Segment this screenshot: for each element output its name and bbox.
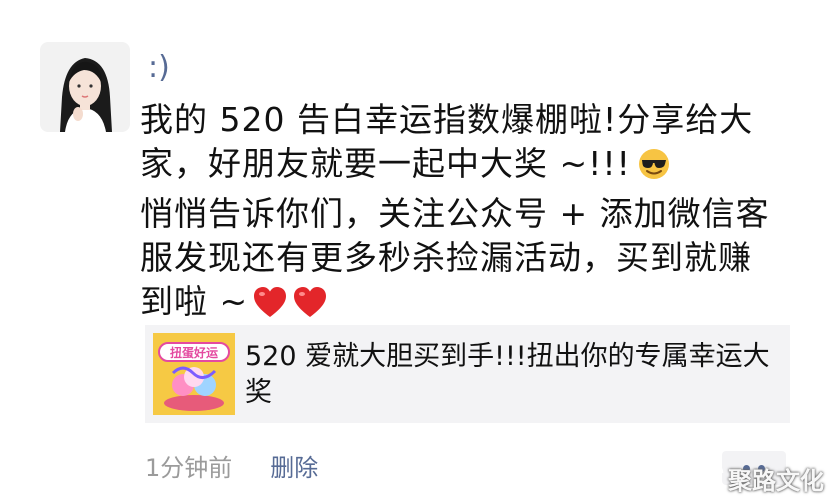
post-line-text: 到啦 ~	[140, 282, 249, 321]
post-line-text: 悄悄告诉你们，关注公众号 + 添加微信客	[140, 194, 770, 233]
post-line: 家，好朋友就要一起中大奖 ~!!!	[140, 142, 790, 192]
post-line: 悄悄告诉你们，关注公众号 + 添加微信客	[140, 192, 790, 236]
red-heart-icon	[292, 285, 328, 330]
post-line-text: 服发现还有更多秒杀捡漏活动，买到就赚	[140, 238, 752, 277]
post-line: 我的 520 告白幸运指数爆棚啦!分享给大	[140, 98, 790, 142]
red-heart-icon	[252, 285, 288, 330]
weibo-logo-icon	[693, 462, 724, 494]
post-footer: 1分钟前 删除	[145, 450, 318, 486]
post-line: 服发现还有更多秒杀捡漏活动，买到就赚	[140, 236, 790, 280]
post-text: 我的 520 告白幸运指数爆棚啦!分享给大 家，好朋友就要一起中大奖 ~!!! …	[140, 98, 790, 330]
shared-link-card[interactable]: 扭蛋好运 520 爱就大胆买到手!!!扭出你的专属幸运大奖	[145, 325, 790, 423]
post-line-text: 家，好朋友就要一起中大奖 ~!!!	[140, 144, 631, 183]
link-thumbnail: 扭蛋好运	[153, 333, 235, 415]
nickname[interactable]: :)	[148, 48, 170, 88]
avatar-image	[40, 42, 130, 132]
sunglasses-emoji-icon	[637, 147, 671, 192]
delete-link[interactable]: 删除	[270, 454, 318, 482]
link-title: 520 爱就大胆买到手!!!扭出你的专属幸运大奖	[245, 341, 770, 408]
post-line-text: 我的 520 告白幸运指数爆棚啦!分享给大	[140, 100, 754, 139]
post-line: 到啦 ~	[140, 280, 790, 330]
thumbnail-text: 扭蛋好运	[170, 345, 218, 360]
avatar[interactable]	[40, 42, 130, 132]
post-time: 1分钟前	[145, 454, 233, 482]
watermark: 聚路文化	[693, 462, 824, 495]
watermark-text: 聚路文化	[728, 466, 824, 495]
